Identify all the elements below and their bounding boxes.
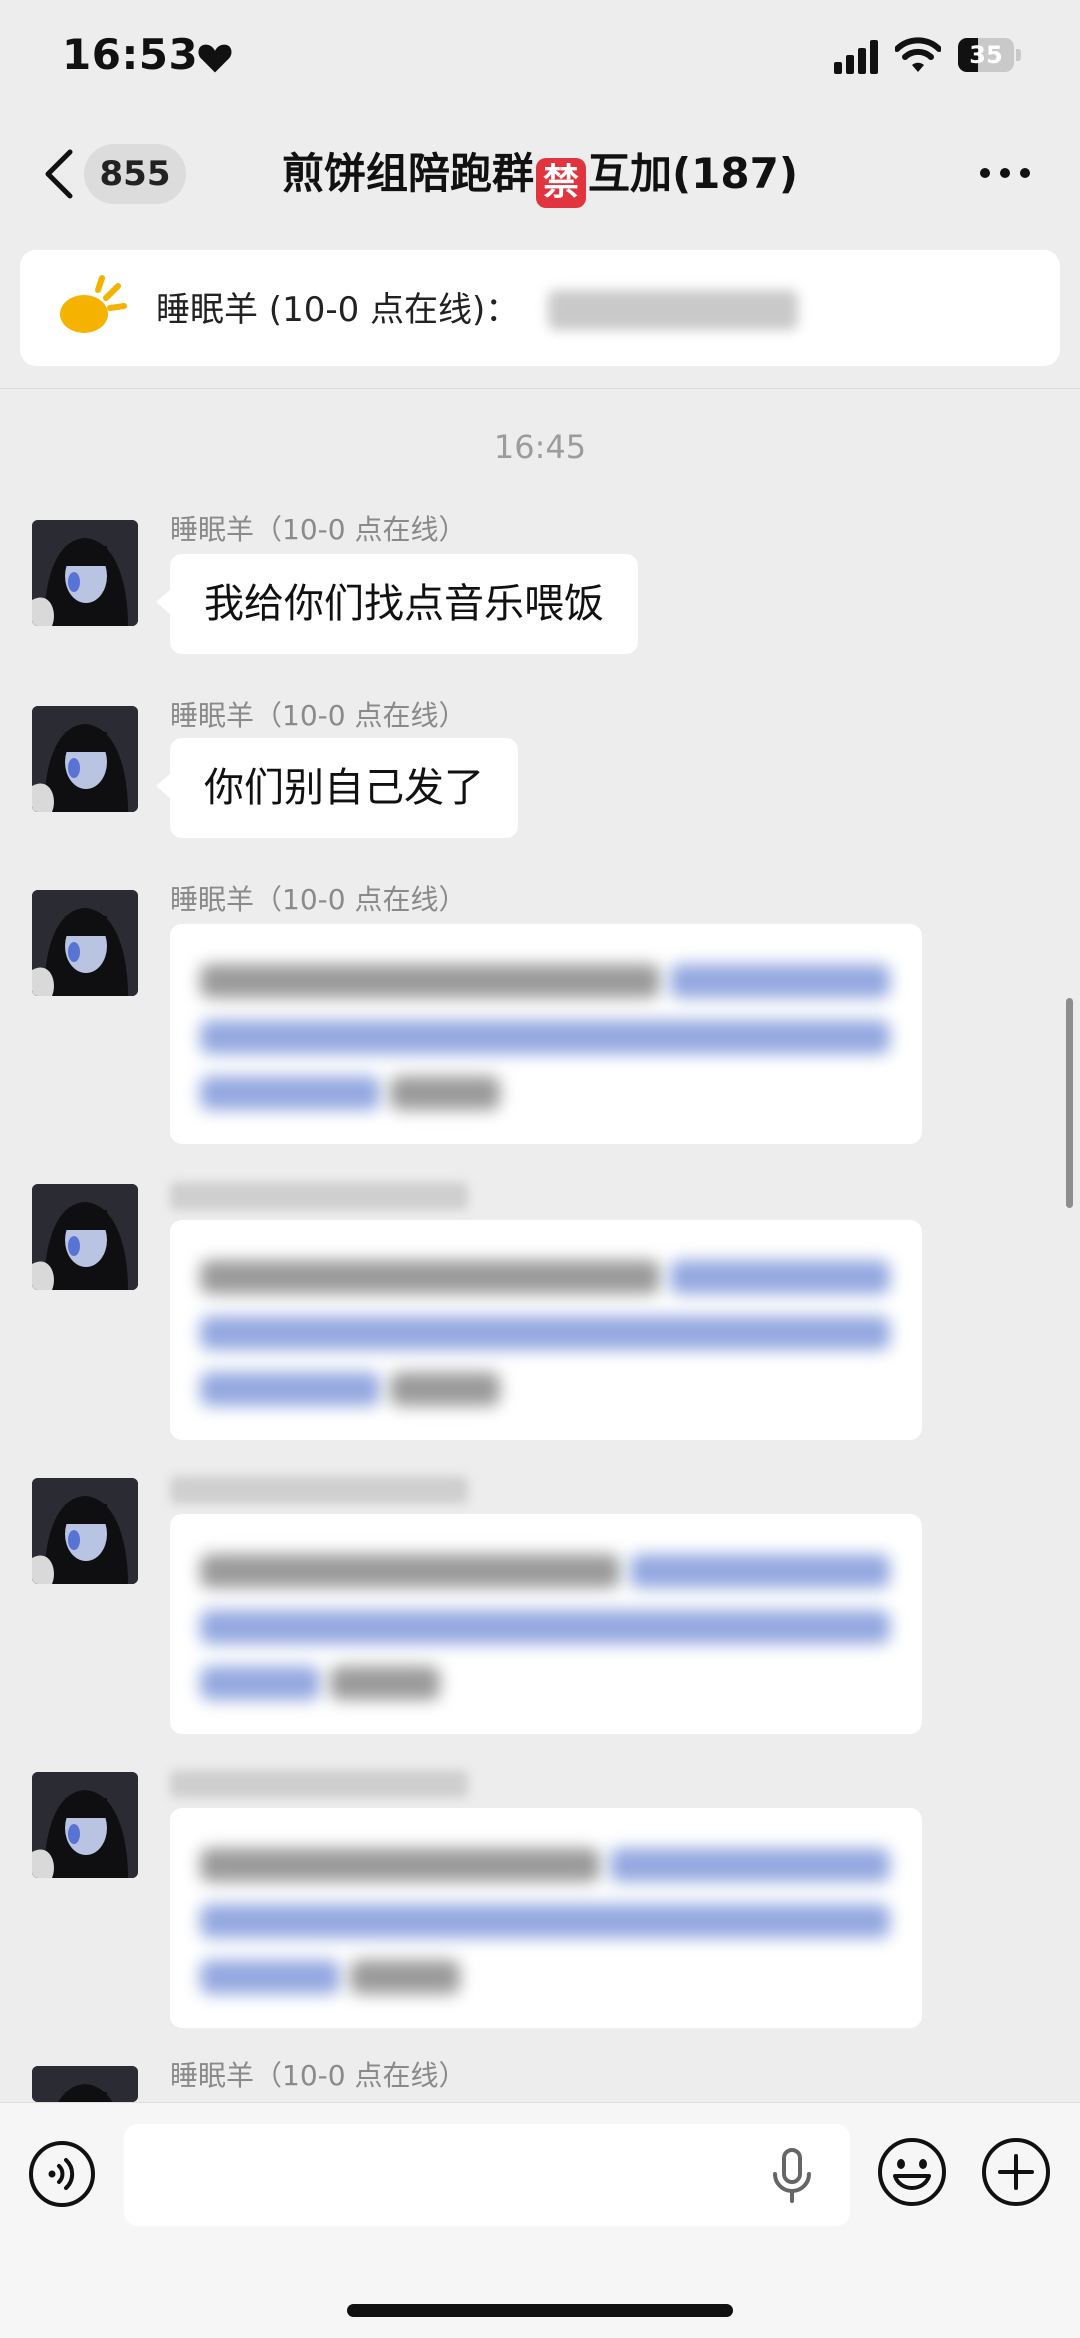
plus-circle-icon[interactable] <box>980 2136 1052 2208</box>
avatar-image <box>32 1478 138 1584</box>
blurred-sender-name <box>170 1182 468 1210</box>
chevron-left-icon[interactable] <box>40 148 76 200</box>
message-bubble[interactable]: 我给你们找点音乐喂饭 <box>156 554 638 654</box>
message-input[interactable] <box>124 2124 850 2226</box>
sender-name: 睡眠羊（10-0 点在线） <box>170 883 467 916</box>
avatar-image <box>32 520 138 626</box>
avatar[interactable] <box>32 520 138 626</box>
chat-title-suffix: 互加(187) <box>587 149 799 198</box>
blurred-link-message[interactable] <box>170 1514 922 1734</box>
blurred-sender-name <box>170 1476 468 1504</box>
home-indicator[interactable] <box>347 2304 733 2317</box>
cellular-signal-icon <box>834 40 878 74</box>
sender-name: 睡眠羊（10-0 点在线） <box>170 699 467 732</box>
blurred-link-message[interactable] <box>170 1808 922 2028</box>
avatar[interactable] <box>32 706 138 812</box>
scroll-indicator[interactable] <box>1066 998 1073 1208</box>
blurred-sender-name <box>170 1770 468 1798</box>
avatar-image <box>32 1184 138 1290</box>
more-horizontal-icon[interactable] <box>978 164 1032 182</box>
avatar[interactable] <box>32 1772 138 1878</box>
message-bubble[interactable]: 你们别自己发了 <box>156 738 518 838</box>
avatar-image <box>32 1772 138 1878</box>
chat-title-main: 煎饼组陪跑群 <box>281 149 534 198</box>
heart-icon <box>198 44 232 73</box>
avatar[interactable] <box>32 2066 138 2102</box>
avatar-image <box>32 706 138 812</box>
divider <box>0 388 1080 389</box>
sender-name: 睡眠羊（10-0 点在线） <box>170 513 467 546</box>
pinned-notice-text: 睡眠羊 (10-0 点在线)： <box>156 290 520 330</box>
voice-input-icon[interactable] <box>28 2140 96 2208</box>
blurred-link-message[interactable] <box>170 924 922 1144</box>
avatar[interactable] <box>32 1184 138 1290</box>
chat-timestamp: 16:45 <box>493 428 587 466</box>
unread-count-badge[interactable]: 855 <box>84 144 186 204</box>
blurred-notice-content <box>548 290 798 330</box>
battery-icon: 35 <box>958 38 1022 72</box>
chat-title: 煎饼组陪跑群禁互加(187) <box>200 146 880 208</box>
status-time: 16:53 <box>62 30 199 79</box>
avatar-image <box>32 2066 138 2102</box>
megaphone-icon <box>60 275 127 333</box>
blurred-link-message[interactable] <box>170 1220 922 1440</box>
forbidden-emoji-icon: 禁 <box>535 158 586 208</box>
wifi-icon <box>895 37 941 72</box>
avatar[interactable] <box>32 890 138 996</box>
avatar[interactable] <box>32 1478 138 1584</box>
microphone-icon[interactable] <box>770 2148 814 2204</box>
sender-name: 睡眠羊（10-0 点在线） <box>170 2059 467 2092</box>
emoji-icon[interactable] <box>876 2136 948 2208</box>
avatar-image <box>32 890 138 996</box>
battery-level: 35 <box>969 41 1003 69</box>
